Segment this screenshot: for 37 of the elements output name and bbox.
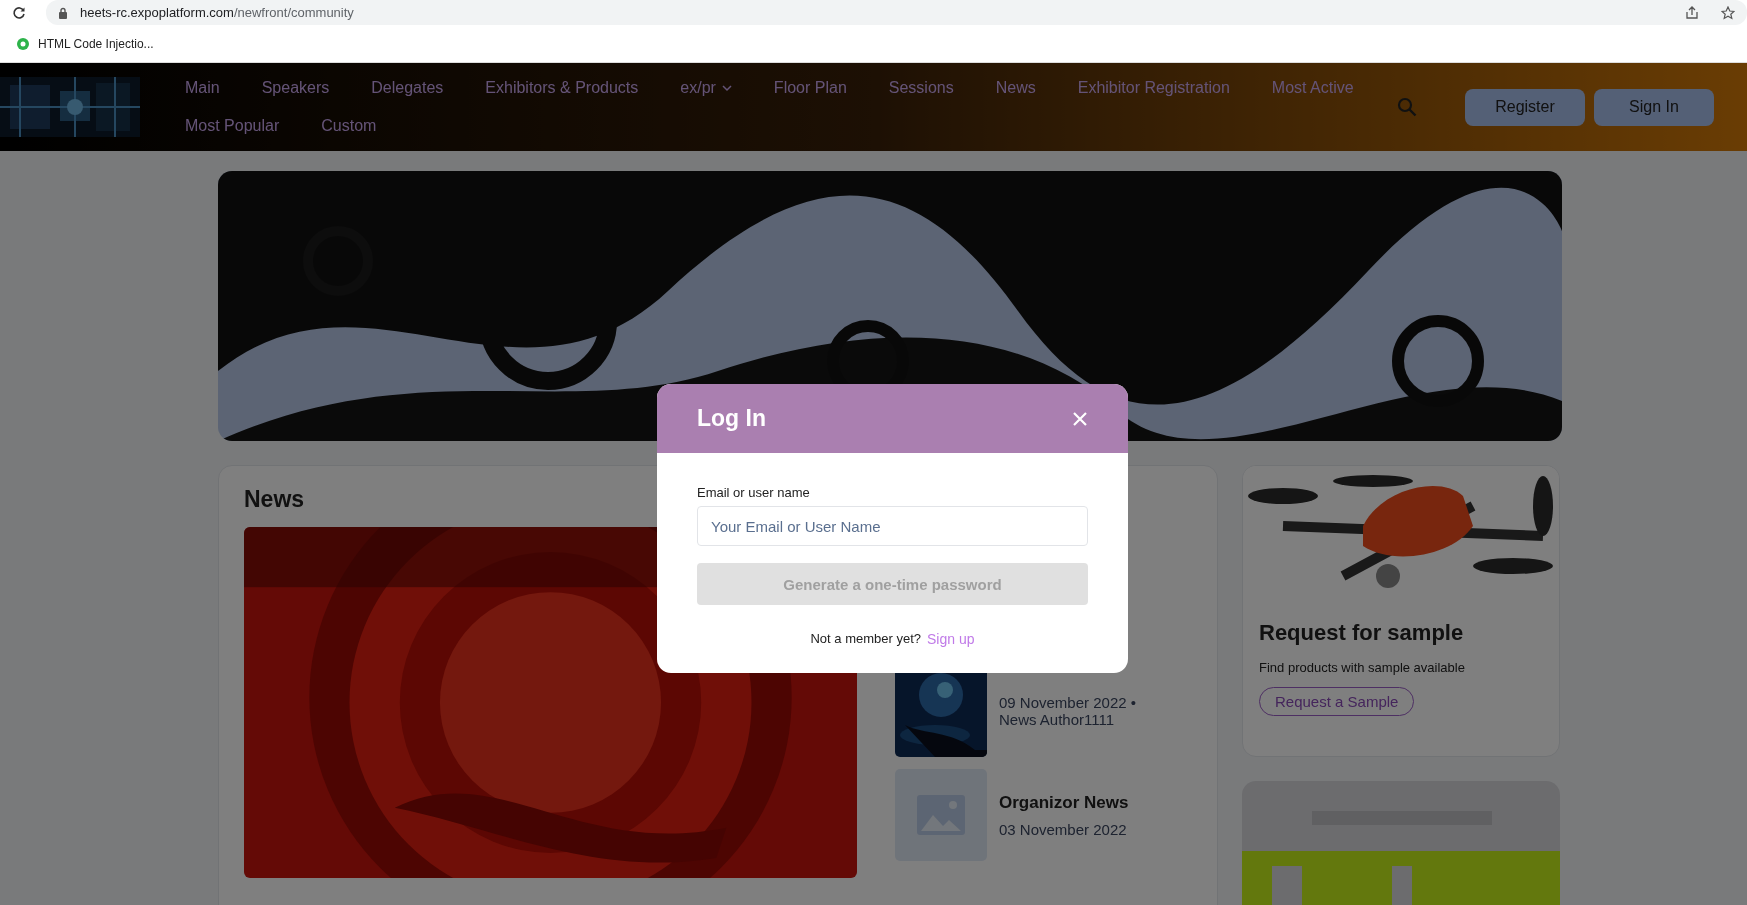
bookmark-icon bbox=[16, 36, 30, 51]
url-text: heets-rc.expoplatform.com/newfront/community bbox=[80, 5, 354, 20]
lock-icon bbox=[58, 6, 68, 19]
request-sample-button[interactable]: Request a Sample bbox=[1259, 687, 1415, 716]
address-bar[interactable]: heets-rc.expoplatform.com/newfront/community bbox=[46, 0, 1747, 25]
news-date: 09 November 2022 • bbox=[999, 694, 1136, 711]
nav-link[interactable]: News bbox=[995, 79, 1036, 97]
card-text: Find products with sample available bbox=[1259, 660, 1466, 675]
news-title[interactable]: Organizor News bbox=[999, 792, 1129, 813]
reload-icon[interactable] bbox=[12, 5, 26, 20]
dialog-title: Log In bbox=[697, 405, 766, 432]
email-input[interactable]: Your Email or User Name bbox=[697, 506, 1088, 546]
news-date: 03 November 2022 bbox=[999, 820, 1128, 838]
auth-button[interactable]: Register bbox=[1465, 88, 1585, 126]
share-icon[interactable] bbox=[1685, 5, 1699, 20]
star-icon[interactable] bbox=[1721, 5, 1735, 20]
sign-up-link[interactable]: Sign up bbox=[927, 631, 975, 647]
close-icon[interactable] bbox=[1072, 410, 1088, 427]
field-label: Email or user name bbox=[697, 485, 811, 500]
nav-link[interactable]: Delegates bbox=[371, 79, 444, 97]
bookmark-item[interactable]: HTML Code Injectio... bbox=[16, 36, 154, 51]
news-author: News Author1111 bbox=[999, 711, 1116, 728]
nav-link[interactable]: Most Active bbox=[1271, 79, 1354, 97]
nav-link[interactable]: Main bbox=[185, 79, 220, 97]
nav-link[interactable]: Speakers bbox=[261, 79, 330, 97]
nav-link[interactable]: Most Popular bbox=[185, 117, 280, 135]
signup-prompt: Not a member yet? bbox=[810, 631, 922, 647]
nav-link[interactable]: Exhibitors & Products bbox=[485, 79, 639, 97]
auth-button[interactable]: Sign In bbox=[1594, 88, 1714, 126]
section-title: News bbox=[244, 486, 305, 513]
nav-link[interactable]: Exhibitor Registration bbox=[1077, 79, 1230, 97]
nav-link[interactable]: Custom bbox=[321, 117, 377, 135]
chevron-down-icon bbox=[721, 84, 732, 92]
card-title: Request for sample bbox=[1259, 620, 1465, 646]
nav-link[interactable]: Sessions bbox=[888, 79, 954, 97]
nav-link[interactable]: Floor Plan bbox=[773, 79, 847, 97]
nav-link[interactable]: ex/pr bbox=[680, 79, 732, 97]
